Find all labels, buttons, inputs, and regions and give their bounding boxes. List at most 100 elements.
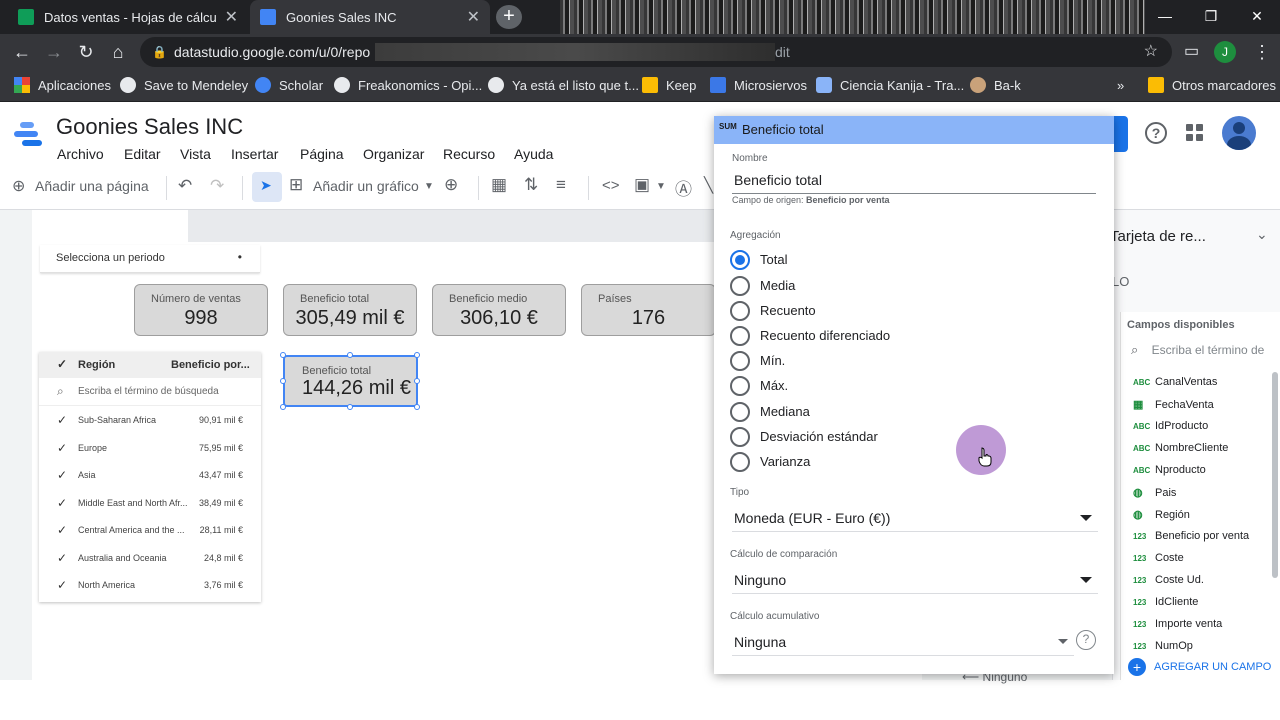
- redo-icon[interactable]: ↷: [210, 176, 224, 196]
- table-row[interactable]: ✓ Middle East and North Afr... 38,49 mil…: [39, 489, 261, 517]
- bookmark-freakonomics[interactable]: Freakonomics - Opi...: [334, 70, 482, 100]
- new-tab-button[interactable]: +: [496, 5, 522, 29]
- profile-avatar[interactable]: J: [1214, 41, 1236, 63]
- fields-scrollbar[interactable]: [1272, 372, 1278, 578]
- more-bookmarks-button[interactable]: »: [1117, 70, 1124, 100]
- resize-handle[interactable]: [347, 404, 353, 410]
- bookmark-ba-k[interactable]: Ba-k: [970, 70, 1021, 100]
- field-item[interactable]: ABC IdProducto: [1133, 420, 1208, 432]
- fields-search[interactable]: ⌕ Escriba el término de: [1131, 342, 1264, 358]
- help-icon[interactable]: ?: [1145, 122, 1167, 144]
- scorecard-beneficio-total[interactable]: Beneficio total 305,49 mil €: [283, 284, 417, 336]
- menu-ayuda[interactable]: Ayuda: [514, 146, 553, 162]
- comparison-dropdown[interactable]: Ninguno: [732, 568, 1098, 594]
- image-icon[interactable]: ▣: [634, 175, 650, 195]
- bookmark-keep[interactable]: Keep: [642, 70, 696, 100]
- resize-handle[interactable]: [414, 378, 420, 384]
- type-dropdown[interactable]: Moneda (EUR - Euro (€)): [732, 506, 1098, 532]
- scorecard-numero-ventas[interactable]: Número de ventas 998: [134, 284, 268, 336]
- name-field[interactable]: Beneficio total: [732, 168, 1096, 194]
- bookmark-aplicaciones[interactable]: Aplicaciones: [14, 70, 111, 100]
- report-title[interactable]: Goonies Sales INC: [56, 114, 243, 140]
- add-chart-button[interactable]: Añadir un gráfico: [313, 178, 419, 194]
- embed-code-icon[interactable]: <>: [602, 177, 620, 194]
- column-header-region[interactable]: Región: [78, 359, 115, 371]
- resize-handle[interactable]: [414, 352, 420, 358]
- table-row[interactable]: ✓ North America 3,76 mil €: [39, 571, 261, 599]
- field-item[interactable]: 123 Beneficio por venta: [1133, 530, 1249, 542]
- menu-editar[interactable]: Editar: [124, 146, 161, 162]
- bookmark-star-icon[interactable]: ☆: [1144, 37, 1158, 67]
- row-checkbox[interactable]: ✓: [57, 579, 69, 591]
- bookmark-mendeley[interactable]: Save to Mendeley: [120, 70, 248, 100]
- menu-vista[interactable]: Vista: [180, 146, 211, 162]
- row-checkbox[interactable]: ✓: [57, 442, 69, 454]
- row-checkbox[interactable]: ✓: [57, 552, 69, 564]
- field-item[interactable]: 123 Coste Ud.: [1133, 574, 1204, 586]
- forward-icon[interactable]: →: [42, 40, 66, 64]
- address-bar[interactable]: 🔒 datastudio.google.com/u/0/repo dit ☆: [140, 37, 1172, 67]
- menu-recurso[interactable]: Recurso: [443, 146, 495, 162]
- tab-datos-ventas[interactable]: Datos ventas - Hojas de cálculo de ✕: [8, 0, 248, 34]
- field-item[interactable]: 123 Importe venta: [1133, 618, 1222, 630]
- region-filter-control[interactable]: ✓ Región Beneficio por... ⌕ Escriba el t…: [39, 352, 261, 602]
- menu-pagina[interactable]: Página: [300, 146, 344, 162]
- bookmark-otros-marcadores[interactable]: Otros marcadores: [1148, 70, 1276, 100]
- menu-kebab-icon[interactable]: ⋮: [1250, 40, 1274, 64]
- row-checkbox[interactable]: ✓: [57, 469, 69, 481]
- table-row[interactable]: ✓ Australia and Oceania 24,8 mil €: [39, 544, 261, 572]
- cast-icon[interactable]: ▭: [1184, 41, 1199, 61]
- bookmark-ya-esta[interactable]: Ya está el listo que t...: [488, 70, 639, 100]
- text-icon[interactable]: Ⓐ: [675, 175, 692, 200]
- data-control-icon[interactable]: ⇅: [524, 175, 538, 195]
- field-item[interactable]: 123 Coste: [1133, 552, 1184, 564]
- field-item[interactable]: 123 NumOp: [1133, 640, 1193, 652]
- table-row[interactable]: ✓ Asia 43,47 mil €: [39, 461, 261, 489]
- menu-organizar[interactable]: Organizar: [363, 146, 424, 162]
- scorecard-beneficio-medio[interactable]: Beneficio medio 306,10 €: [432, 284, 566, 336]
- table-row[interactable]: ✓ Sub-Saharan Africa 90,91 mil €: [39, 406, 261, 434]
- minimize-button[interactable]: —: [1142, 0, 1188, 34]
- table-row[interactable]: ✓ Europe 75,95 mil €: [39, 434, 261, 462]
- close-tab-icon[interactable]: ✕: [225, 7, 238, 27]
- filter-control-icon[interactable]: ≡: [556, 175, 566, 195]
- resize-handle[interactable]: [280, 404, 286, 410]
- restore-button[interactable]: ❐: [1188, 0, 1234, 34]
- table-search[interactable]: ⌕ Escriba el término de búsqueda: [39, 378, 261, 406]
- scorecard-paises[interactable]: Países 176: [581, 284, 716, 336]
- add-field-button[interactable]: + AGREGAR UN CAMPO: [1128, 658, 1271, 676]
- row-checkbox[interactable]: ✓: [57, 524, 69, 536]
- reload-icon[interactable]: ↻: [74, 40, 98, 64]
- home-icon[interactable]: ⌂: [106, 40, 130, 64]
- close-tab-icon[interactable]: ✕: [467, 7, 480, 27]
- resize-handle[interactable]: [347, 352, 353, 358]
- field-item[interactable]: ▦ FechaVenta: [1133, 398, 1214, 411]
- column-header-beneficio[interactable]: Beneficio por...: [171, 359, 250, 371]
- apps-icon[interactable]: [1186, 124, 1204, 142]
- chevron-down-icon[interactable]: ⌄: [1256, 226, 1268, 243]
- select-all-checkbox[interactable]: ✓: [57, 358, 69, 370]
- bookmark-ciencia-kanija[interactable]: Ciencia Kanija - Tra...: [816, 70, 964, 100]
- date-range-icon[interactable]: ▦: [491, 175, 507, 195]
- resize-handle[interactable]: [280, 352, 286, 358]
- bookmark-microsiervos[interactable]: Microsiervos: [710, 70, 807, 100]
- menu-insertar[interactable]: Insertar: [231, 146, 278, 162]
- field-item[interactable]: ◍ Pais: [1133, 486, 1176, 499]
- date-range-control[interactable]: Selecciona un periodo •: [40, 245, 260, 273]
- add-page-button[interactable]: Añadir una página: [35, 178, 149, 194]
- help-icon[interactable]: ?: [1076, 630, 1096, 650]
- undo-icon[interactable]: ↶: [178, 176, 192, 196]
- field-item[interactable]: ABC Nproducto: [1133, 464, 1206, 476]
- field-item[interactable]: ABC NombreCliente: [1133, 442, 1228, 454]
- field-item[interactable]: ABC CanalVentas: [1133, 376, 1217, 388]
- close-window-button[interactable]: ✕: [1234, 0, 1280, 34]
- row-checkbox[interactable]: ✓: [57, 497, 69, 509]
- field-item[interactable]: ◍ Región: [1133, 508, 1190, 521]
- community-viz-icon[interactable]: ⊕: [444, 175, 458, 195]
- cumulative-dropdown[interactable]: Ninguna: [732, 630, 1074, 656]
- line-icon[interactable]: ╲: [704, 176, 713, 194]
- selected-scorecard[interactable]: Beneficio total 144,26 mil €: [283, 355, 418, 407]
- table-row[interactable]: ✓ Central America and the ... 28,11 mil …: [39, 516, 261, 544]
- resize-handle[interactable]: [280, 378, 286, 384]
- back-icon[interactable]: ←: [10, 40, 34, 64]
